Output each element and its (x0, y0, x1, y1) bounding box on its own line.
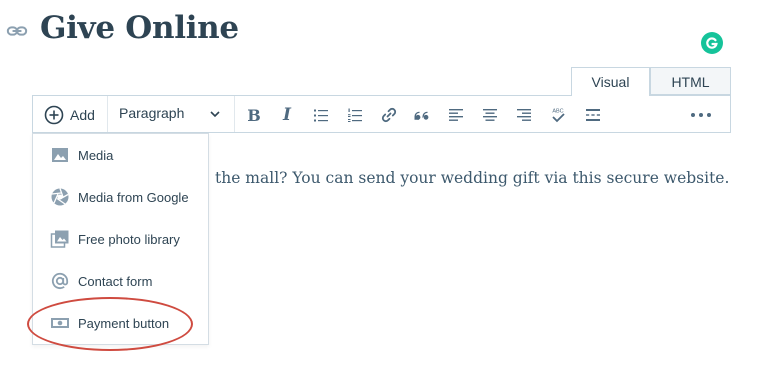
bullet-list-icon (314, 109, 328, 122)
at-icon (51, 272, 69, 290)
link-icon (381, 107, 397, 123)
menu-item-media-from-google[interactable]: Media from Google (50, 185, 189, 209)
editor-content[interactable]: the mall? You can send your wedding gift… (215, 169, 729, 187)
align-right-icon (517, 109, 531, 121)
more-options-button[interactable] (688, 105, 714, 125)
insert-link-button[interactable] (379, 105, 399, 125)
italic-icon: I (283, 105, 291, 125)
toolbar-divider (234, 96, 235, 132)
align-left-icon (449, 109, 463, 121)
menu-item-free-photo-library[interactable]: Free photo library (50, 227, 180, 251)
numbered-list-icon (348, 108, 362, 122)
bold-button[interactable]: B (244, 105, 264, 125)
toolbar-divider (107, 96, 108, 132)
image-icon (52, 148, 68, 162)
money-icon (51, 318, 69, 328)
grammarly-icon[interactable] (701, 32, 723, 54)
italic-button[interactable]: I (277, 105, 297, 125)
add-button[interactable]: Add (44, 104, 95, 126)
menu-item-media[interactable]: Media (50, 143, 113, 167)
align-center-button[interactable] (480, 105, 500, 125)
editor-toolbar: Add Paragraph B I ABC (32, 95, 731, 133)
svg-text:ABC: ABC (552, 109, 563, 115)
blockquote-button[interactable] (413, 105, 433, 125)
align-center-icon (483, 109, 497, 121)
spellcheck-button[interactable]: ABC (548, 105, 568, 125)
read-more-button[interactable] (583, 105, 603, 125)
read-more-icon (586, 109, 600, 121)
bold-icon: B (247, 105, 261, 125)
align-right-button[interactable] (514, 105, 534, 125)
format-select[interactable]: Paragraph (119, 105, 184, 121)
menu-item-payment-button[interactable]: Payment button (50, 311, 169, 335)
link-icon[interactable] (6, 20, 28, 42)
align-left-button[interactable] (446, 105, 466, 125)
more-horizontal-icon (691, 113, 711, 117)
menu-item-label: Media (78, 147, 114, 163)
aperture-icon (51, 188, 69, 206)
bullet-list-button[interactable] (311, 105, 331, 125)
add-button-label: Add (70, 107, 95, 123)
quote-icon (414, 111, 429, 120)
add-menu: Media Media from Google Free photo libra… (32, 133, 209, 345)
spellcheck-icon: ABC (552, 109, 565, 123)
menu-item-label: Free photo library (78, 231, 180, 247)
numbered-list-button[interactable] (345, 105, 365, 125)
menu-item-contact-form[interactable]: Contact form (50, 269, 152, 293)
page-title: Give Online (40, 10, 239, 46)
menu-item-label: Contact form (78, 273, 153, 289)
plus-circle-icon (44, 105, 64, 125)
photo-library-icon (50, 230, 69, 248)
tab-visual[interactable]: Visual (571, 67, 650, 96)
menu-item-label: Payment button (78, 315, 170, 331)
menu-item-label: Media from Google (78, 189, 189, 205)
tab-html[interactable]: HTML (650, 67, 731, 95)
chevron-down-icon[interactable] (209, 108, 221, 120)
